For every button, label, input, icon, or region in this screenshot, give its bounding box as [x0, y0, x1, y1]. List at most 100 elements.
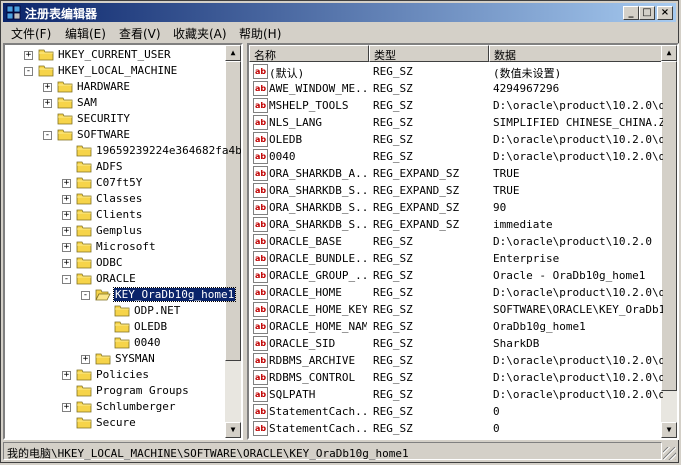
tree-node[interactable]: OLEDB — [5, 319, 225, 335]
tree-node-label: Classes — [96, 192, 143, 205]
folder-icon — [76, 177, 92, 189]
menu-file[interactable]: 文件(F) — [11, 25, 51, 42]
tree-node[interactable]: + Gemplus — [5, 223, 225, 239]
menu-view[interactable]: 查看(V) — [119, 25, 161, 42]
tree-expander[interactable]: + — [43, 99, 52, 108]
tree-expander[interactable]: - — [24, 67, 33, 76]
value-row[interactable]: ab StatementCach... REG_SZ 0 — [249, 403, 661, 420]
value-name: SQLPATH — [269, 388, 316, 401]
column-type-header[interactable]: 类型 — [369, 45, 489, 62]
tree-node[interactable]: ODP.NET — [5, 303, 225, 319]
value-data: SharkDB — [493, 337, 540, 350]
tree-node[interactable]: + Microsoft — [5, 239, 225, 255]
tree-node[interactable]: 19659239224e364682fa4b — [5, 143, 241, 159]
scroll-thumb[interactable] — [661, 61, 677, 391]
value-row[interactable]: ab RDBMS_CONTROL REG_SZ D:\oracle\product\1… — [249, 369, 663, 386]
tree-expander[interactable]: + — [62, 195, 71, 204]
tree-node[interactable]: - HKEY_LOCAL_MACHINE — [5, 63, 225, 79]
tree-expander[interactable]: + — [62, 371, 71, 380]
tree-node[interactable]: 0040 — [5, 335, 225, 351]
value-row[interactable]: ab 0040 REG_SZ D:\oracle\product\10.2.0\db_ — [249, 148, 663, 165]
tree-node[interactable]: + Schlumberger — [5, 399, 225, 415]
scroll-down-button[interactable]: ▼ — [225, 422, 241, 438]
value-row[interactable]: ab ORA_SHARKDB_S... REG_EXPAND_SZ TRUE — [249, 182, 661, 199]
scroll-up-button[interactable]: ▲ — [661, 45, 677, 61]
menu-help[interactable]: 帮助(H) — [239, 25, 281, 42]
scroll-up-button[interactable]: ▲ — [225, 45, 241, 61]
minimize-button[interactable]: _ — [623, 6, 639, 20]
scroll-down-button[interactable]: ▼ — [661, 422, 677, 438]
tree-expander[interactable]: + — [62, 227, 71, 236]
tree-node[interactable]: + SYSMAN — [5, 351, 225, 367]
value-row[interactable]: ab ORACLE_HOME_KEY REG_SZ SOFTWARE\ORACLE\K… — [249, 301, 663, 318]
tree-vertical-scrollbar[interactable]: ▲ ▼ — [225, 45, 241, 438]
scroll-thumb[interactable] — [225, 61, 241, 361]
tree-expander[interactable]: + — [62, 403, 71, 412]
tree-node[interactable]: Program Groups — [5, 383, 225, 399]
value-name: ORA_SHARKDB_S... — [269, 184, 367, 197]
value-row[interactable]: ab NLS_LANG REG_SZ SIMPLIFIED CHINESE_CHINA… — [249, 114, 663, 131]
value-row[interactable]: ab ORACLE_GROUP_... REG_SZ Oracle - OraDb10… — [249, 267, 661, 284]
value-row[interactable]: ab ORA_SHARKDB_S... REG_EXPAND_SZ 90 — [249, 199, 661, 216]
column-name-header[interactable]: 名称 — [249, 45, 369, 62]
tree-node[interactable]: + C07ft5Y — [5, 175, 225, 191]
value-row[interactable]: ab SQLPATH REG_SZ D:\oracle\product\10.2.0\… — [249, 386, 663, 403]
value-row[interactable]: ab ORACLE_HOME REG_SZ D:\oracle\product\10.… — [249, 284, 663, 301]
tree-node-label: Microsoft — [96, 240, 156, 253]
menu-edit[interactable]: 编辑(E) — [65, 25, 106, 42]
tree-expander[interactable]: - — [81, 291, 90, 300]
value-row[interactable]: ab ORACLE_BUNDLE... REG_SZ Enterprise — [249, 250, 661, 267]
value-row[interactable]: ab RDBMS_ARCHIVE REG_SZ D:\oracle\product\1… — [249, 352, 663, 369]
maximize-button[interactable]: □ — [639, 6, 655, 20]
tree-node[interactable]: + ODBC — [5, 255, 225, 271]
column-data-header[interactable]: 数据 — [489, 45, 669, 62]
value-row[interactable]: ab ORACLE_BASE REG_SZ D:\oracle\product\10.… — [249, 233, 661, 250]
tree-node[interactable]: + Clients — [5, 207, 225, 223]
tree-expander[interactable]: + — [62, 211, 71, 220]
value-row[interactable]: ab ORA_SHARKDB_S... REG_EXPAND_SZ immediate — [249, 216, 661, 233]
value-row[interactable]: ab StatementCach... REG_SZ 0 — [249, 420, 661, 437]
tree-expander[interactable]: - — [62, 275, 71, 284]
tree-expander[interactable]: + — [62, 243, 71, 252]
tree-expander[interactable]: + — [81, 355, 90, 364]
value-row[interactable]: ab ORACLE_HOME_NAME REG_SZ OraDb10g_home1 — [249, 318, 661, 335]
tree-node[interactable]: + HARDWARE — [5, 79, 225, 95]
string-value-icon: ab — [253, 166, 268, 181]
tree-node[interactable]: + Policies — [5, 367, 225, 383]
values-list-pane[interactable]: 名称 类型 数据 ▲ ▼ ab (默认) REG_SZ (数值未设置) ab AWE_WI… — [247, 43, 679, 440]
value-row[interactable]: ab ORA_SHARKDB_A... REG_EXPAND_SZ TRUE — [249, 165, 661, 182]
value-row[interactable]: ab MSHELP_TOOLS REG_SZ D:\oracle\product\10… — [249, 97, 663, 114]
tree-node[interactable]: - KEY_OraDb10g_home1 — [5, 287, 237, 303]
value-row[interactable]: ab OLEDB REG_SZ D:\oracle\product\10.2.0\db… — [249, 131, 663, 148]
value-name: RDBMS_CONTROL — [269, 371, 356, 384]
tree-node[interactable]: + Classes — [5, 191, 225, 207]
tree-node[interactable]: Secure — [5, 415, 225, 431]
value-row[interactable]: ab ORACLE_SID REG_SZ SharkDB — [249, 335, 661, 352]
resize-grip-icon[interactable] — [663, 447, 676, 460]
folder-icon — [76, 161, 92, 173]
value-row[interactable]: ab AWE_WINDOW_ME... REG_SZ 4294967296 — [249, 80, 661, 97]
tree-node[interactable]: SECURITY — [5, 111, 225, 127]
tree-node[interactable]: + HKEY_CURRENT_USER — [5, 47, 225, 63]
close-button[interactable]: × — [657, 6, 673, 20]
string-value-icon: ab — [253, 370, 268, 385]
value-row[interactable]: ab (默认) REG_SZ (数值未设置) — [249, 63, 661, 80]
tree-node[interactable]: - SOFTWARE — [5, 127, 225, 143]
tree-node[interactable]: + SAM — [5, 95, 225, 111]
value-data: D:\oracle\product\10.2.0\db_ — [493, 388, 663, 401]
tree-expander[interactable]: + — [62, 179, 71, 188]
tree-node[interactable]: ADFS — [5, 159, 225, 175]
title-bar[interactable]: 注册表编辑器 _ □ × — [3, 3, 676, 22]
tree-node-label: SAM — [77, 96, 97, 109]
key-tree-pane[interactable]: ▲ ▼ + HKEY_CURRENT_USER - HKEY_LOCAL_MACHIN… — [3, 43, 243, 440]
tree-node-label: Schlumberger — [96, 400, 176, 413]
value-type: REG_SZ — [373, 337, 413, 350]
value-type: REG_SZ — [373, 116, 413, 129]
tree-expander[interactable]: - — [43, 131, 52, 140]
tree-expander[interactable]: + — [62, 259, 71, 268]
tree-expander[interactable]: + — [43, 83, 52, 92]
tree-node[interactable]: - ORACLE — [5, 271, 225, 287]
list-vertical-scrollbar[interactable]: ▲ ▼ — [661, 45, 677, 438]
menu-favorites[interactable]: 收藏夹(A) — [173, 25, 227, 42]
tree-expander[interactable]: + — [24, 51, 33, 60]
